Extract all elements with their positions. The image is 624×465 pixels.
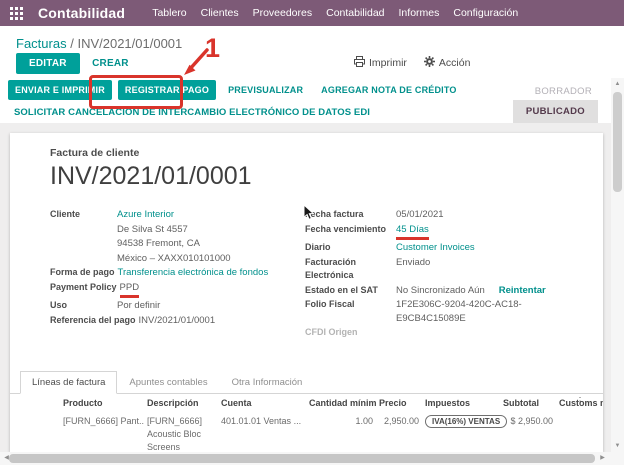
invoice-fields: Cliente Azure Interior De Silva St 4557 … (50, 208, 589, 341)
estado-sat-value: No Sincronizado AúnReintentar (396, 284, 546, 298)
col-cantidad-minima[interactable]: Cantidad mínima (306, 395, 376, 412)
scroll-up-icon[interactable]: ▲ (611, 78, 624, 90)
notebook-tabs: Líneas de factura Apuntes contables Otra… (10, 370, 603, 394)
cell-descripcion[interactable]: [FURN_6666] Acoustic Bloc Screens (144, 412, 218, 458)
nav-item-contabilidad[interactable]: Contabilidad (319, 7, 391, 19)
scrollbar-corner (611, 452, 624, 465)
top-nav-bar: Contabilidad Tablero Clientes Proveedore… (0, 0, 624, 26)
add-credit-note-button[interactable]: AGREGAR NOTA DE CRÉDITO (315, 80, 462, 100)
create-button[interactable]: CREAR (84, 53, 137, 74)
tab-apuntes-contables[interactable]: Apuntes contables (117, 371, 219, 394)
breadcrumb-current: INV/2021/01/0001 (77, 36, 182, 51)
register-payment-button[interactable]: REGISTRAR PAGO (118, 80, 216, 100)
invoice-number-title: INV/2021/01/0001 (50, 162, 603, 191)
cfdi-origen-label: CFDI Origen (305, 326, 396, 340)
diario-value[interactable]: Customer Invoices (396, 241, 475, 255)
col-producto[interactable]: Producto (60, 395, 144, 412)
action-menu[interactable]: Acción (424, 56, 471, 70)
col-subtotal[interactable]: Subtotal (500, 395, 556, 412)
state-publicado[interactable]: PUBLICADO (513, 100, 598, 123)
gear-icon (424, 56, 435, 70)
invoice-lines-table: Producto Descripción Cuenta Cantidad mín… (10, 395, 603, 458)
optional-columns-icon[interactable]: ⋮ (575, 396, 585, 407)
reintentar-link[interactable]: Reintentar (499, 285, 546, 296)
uso-label: Uso (50, 299, 117, 313)
payment-policy-label: Payment Policy (50, 281, 120, 299)
referencia-pago-value[interactable]: INV/2021/01/0001 (139, 314, 216, 328)
breadcrumb-facturas-link[interactable]: Facturas (16, 36, 67, 51)
nav-menu: Tablero Clientes Proveedores Contabilida… (145, 7, 525, 19)
state-borrador[interactable]: BORRADOR (535, 86, 592, 97)
fecha-factura-value[interactable]: 05/01/2021 (396, 208, 444, 222)
tax-tag[interactable]: IVA(16%) VENTAS (425, 415, 507, 428)
breadcrumb-separator: / (70, 36, 74, 51)
table-header-row: Producto Descripción Cuenta Cantidad mín… (10, 395, 603, 412)
nav-item-proveedores[interactable]: Proveedores (246, 7, 320, 19)
fecha-factura-label: Fecha factura (305, 208, 396, 222)
toolbar-actions: Imprimir Acción (354, 56, 470, 70)
fecha-vencimiento-value[interactable]: 45 Días (396, 223, 429, 241)
cell-precio[interactable]: 2,950.00 (376, 412, 422, 458)
vertical-scrollbar-thumb[interactable] (613, 92, 622, 192)
apps-grid-icon[interactable] (10, 7, 23, 20)
col-impuestos[interactable]: Impuestos (422, 395, 500, 412)
forma-pago-label: Forma de pago (50, 266, 118, 280)
col-precio[interactable]: Precio (376, 395, 422, 412)
payment-policy-value[interactable]: PPD (120, 281, 140, 299)
referencia-pago-label: Referencia del pago (50, 314, 139, 328)
edi-cancel-button[interactable]: SOLICITAR CANCELACIÓN DE INTERCAMBIO ELE… (14, 107, 370, 118)
folio-fiscal-value: 1F2E306C-9204-420C-AC18-E9CB4C15089E (396, 298, 589, 325)
horizontal-scrollbar-thumb[interactable] (9, 454, 595, 463)
print-label: Imprimir (369, 57, 407, 69)
action-label: Acción (439, 57, 471, 69)
invoice-line-row[interactable]: [FURN_6666] Pant... [FURN_6666] Acoustic… (10, 412, 603, 458)
cliente-address-2: 94538 Fremont, CA (117, 237, 200, 251)
cliente-address-1: De Silva St 4557 (117, 223, 188, 237)
cell-producto[interactable]: [FURN_6666] Pant... (60, 412, 144, 458)
odoo-invoice-screen: Contabilidad Tablero Clientes Proveedore… (0, 0, 624, 465)
horizontal-scrollbar[interactable]: ◀ ▶ (0, 452, 611, 465)
facturacion-electronica-label: Facturación Electrónica (305, 256, 396, 283)
estado-sat-label: Estado en el SAT (305, 284, 396, 298)
cell-cuenta[interactable]: 401.01.01 Ventas ... (218, 412, 306, 458)
app-title[interactable]: Contabilidad (38, 5, 125, 21)
cell-subtotal[interactable]: $ 2,950.00 (500, 412, 556, 458)
preview-button[interactable]: PREVISUALIZAR (222, 80, 309, 100)
send-print-button[interactable]: ENVIAR E IMPRIMIR (8, 80, 112, 100)
nav-item-tablero[interactable]: Tablero (145, 7, 193, 19)
nav-item-informes[interactable]: Informes (392, 7, 447, 19)
print-action[interactable]: Imprimir (354, 56, 407, 70)
toolbar: EDITAR CREAR Imprimir (16, 53, 608, 77)
cell-impuestos[interactable]: IVA(16%) VENTAS (422, 412, 500, 458)
status-bar: ENVIAR E IMPRIMIR REGISTRAR PAGO PREVISU… (0, 78, 611, 124)
vertical-scrollbar[interactable]: ▲ ▼ (611, 78, 624, 452)
tab-lineas-factura[interactable]: Líneas de factura (20, 371, 117, 394)
nav-item-clientes[interactable]: Clientes (194, 7, 246, 19)
scroll-right-icon[interactable]: ▶ (596, 452, 609, 464)
cliente-label: Cliente (50, 208, 117, 222)
col-cuenta[interactable]: Cuenta (218, 395, 306, 412)
invoice-sheet: Factura de cliente INV/2021/01/0001 Clie… (10, 133, 603, 452)
annotation-step-number: 1 (205, 33, 220, 64)
content-area: Factura de cliente INV/2021/01/0001 Clie… (0, 123, 611, 452)
nav-item-configuracion[interactable]: Configuración (446, 7, 525, 19)
document-type-label: Factura de cliente (50, 147, 603, 159)
printer-icon (354, 56, 365, 70)
breadcrumb: Facturas / INV/2021/01/0001 (16, 36, 182, 51)
forma-pago-value[interactable]: Transferencia electrónica de fondos (118, 266, 269, 280)
cell-customs[interactable] (556, 412, 603, 458)
cliente-address-3: México – XAXX010101000 (117, 252, 231, 266)
edit-button[interactable]: EDITAR (16, 53, 80, 74)
diario-label: Diario (305, 241, 396, 255)
folio-fiscal-label: Folio Fiscal (305, 298, 396, 325)
fecha-vencimiento-label: Fecha vencimiento (305, 223, 396, 241)
cell-cantidad[interactable]: 1.00 (306, 412, 376, 458)
tab-otra-informacion[interactable]: Otra Información (220, 371, 315, 394)
col-descripcion[interactable]: Descripción (144, 395, 218, 412)
cliente-value[interactable]: Azure Interior (117, 208, 174, 222)
uso-value[interactable]: Por definir (117, 299, 160, 313)
facturacion-electronica-value: Enviado (396, 256, 430, 283)
scroll-down-icon[interactable]: ▼ (611, 440, 624, 452)
